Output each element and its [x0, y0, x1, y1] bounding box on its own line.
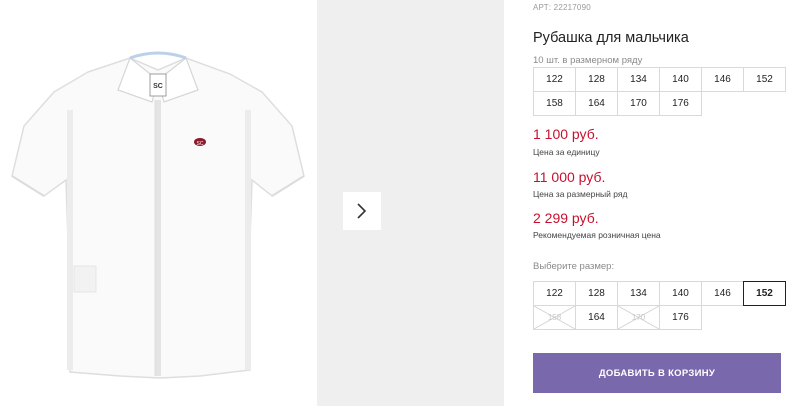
size-option-170: 170 [617, 305, 660, 330]
size-selector: 122 128 134 140 146 152 158 164 170 176 [533, 281, 786, 330]
size-option-label: 152 [756, 288, 773, 299]
svg-text:SC: SC [197, 141, 204, 147]
size-option-label: 158 [547, 313, 562, 322]
size-option-176[interactable]: 176 [659, 305, 702, 330]
pack-size-cell: 128 [575, 67, 618, 92]
size-option-label: 134 [630, 288, 647, 299]
size-option-label: 170 [631, 313, 646, 322]
chevron-right-icon [357, 203, 367, 219]
size-option-152[interactable]: 152 [743, 281, 786, 306]
select-size-label: Выберите размер: [533, 261, 615, 272]
size-option-128[interactable]: 128 [575, 281, 618, 306]
size-option-label: 176 [672, 312, 689, 323]
product-image-shirt[interactable]: SC SC [0, 0, 317, 406]
size-option-label: 140 [672, 288, 689, 299]
pack-size-cell: 158 [533, 91, 576, 116]
unit-price-label: Цена за единицу [533, 147, 600, 157]
pack-size-cell: 164 [575, 91, 618, 116]
pack-size-cell: 152 [743, 67, 786, 92]
pack-size-cell: 122 [533, 67, 576, 92]
pack-size-cell: 140 [659, 67, 702, 92]
product-image-area: SC SC [0, 0, 317, 406]
next-image-button[interactable] [343, 192, 381, 230]
pack-price: 11 000 руб. [533, 169, 606, 185]
size-option-134[interactable]: 134 [617, 281, 660, 306]
add-to-cart-button[interactable]: ДОБАВИТЬ В КОРЗИНУ [533, 353, 781, 393]
size-option-label: 146 [714, 288, 731, 299]
pack-size-cell: 146 [701, 67, 744, 92]
pack-note: 10 шт. в размерном ряду [533, 55, 643, 66]
retail-price: 2 299 руб. [533, 210, 599, 226]
pack-size-cell: 134 [617, 67, 660, 92]
size-option-164[interactable]: 164 [575, 305, 618, 330]
svg-text:SC: SC [153, 83, 163, 90]
pack-size-grid: 122 128 134 140 146 152 158 164 170 176 [533, 67, 786, 116]
retail-price-label: Рекомендуемая розничная цена [533, 230, 661, 240]
size-option-146[interactable]: 146 [701, 281, 744, 306]
pack-price-label: Цена за размерный ряд [533, 189, 628, 199]
sku: АРТ: 22217090 [533, 3, 591, 12]
size-option-label: 122 [546, 288, 563, 299]
size-option-122[interactable]: 122 [533, 281, 576, 306]
product-title: Рубашка для мальчика [533, 30, 689, 46]
pack-size-cell: 170 [617, 91, 660, 116]
size-option-label: 128 [588, 288, 605, 299]
size-option-label: 164 [588, 312, 605, 323]
size-option-158: 158 [533, 305, 576, 330]
sku-label: АРТ: [533, 3, 552, 12]
unit-price: 1 100 руб. [533, 126, 599, 142]
pack-size-cell: 176 [659, 91, 702, 116]
sku-value: 22217090 [553, 3, 591, 12]
size-option-140[interactable]: 140 [659, 281, 702, 306]
